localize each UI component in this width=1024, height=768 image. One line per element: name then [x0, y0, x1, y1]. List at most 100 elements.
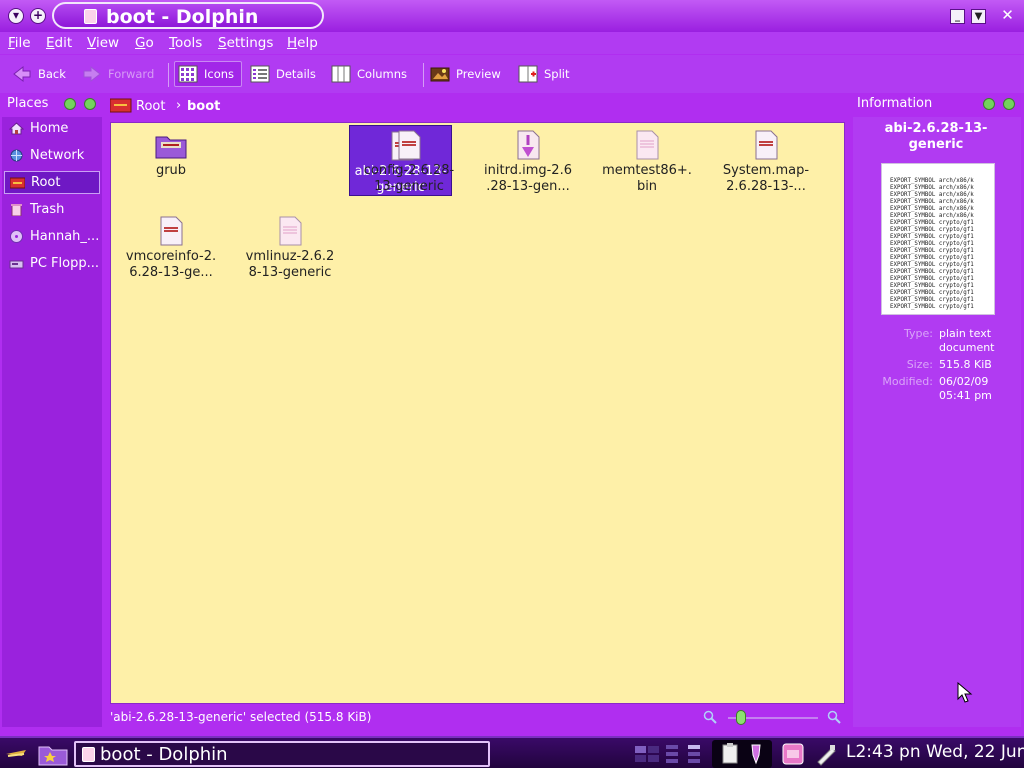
minimize-icon[interactable]: _	[950, 9, 965, 24]
menu-tools[interactable]: Tools	[169, 35, 202, 51]
type-value: plain text document	[939, 327, 995, 354]
preview-line: EXPORT_SYMBOL crypto/gf1	[890, 255, 974, 261]
notes-icon[interactable]	[780, 742, 806, 766]
undock-icon[interactable]	[983, 98, 995, 110]
preview-line: EXPORT_SYMBOL arch/x86/k	[890, 185, 974, 191]
file-name: config-2.6.28- 13-generic	[363, 163, 455, 194]
clock[interactable]: L2:43 pn	[846, 742, 921, 762]
preview-line: EXPORT_SYMBOL crypto/gf1	[890, 304, 974, 310]
back-button[interactable]: Back	[12, 61, 66, 87]
breadcrumb-root[interactable]: Root	[136, 99, 165, 114]
text-file-icon	[398, 130, 421, 160]
menu-file[interactable]: File	[8, 35, 31, 51]
preview-line: EXPORT_SYMBOL arch/x86/k	[890, 213, 974, 219]
breadcrumb-separator-icon: ›	[176, 98, 182, 113]
back-label: Back	[38, 67, 66, 81]
split-button[interactable]: Split	[518, 61, 570, 87]
file-item[interactable]: vmlinuz-2.6.2 8-13-generic	[230, 211, 350, 283]
title-bar: ▾ + boot - Dolphin _ ▼ ✕	[0, 0, 1024, 32]
menu-bar: File Edit View Go Tools Settings Help	[0, 32, 1024, 54]
menu-help[interactable]: Help	[287, 35, 318, 51]
binary-file-icon	[279, 216, 302, 246]
information-title: Information	[857, 96, 933, 111]
taskbar-window-button[interactable]: boot - Dolphin	[74, 741, 490, 767]
place-root-label: Root	[31, 175, 61, 190]
date[interactable]: Wed, 22 Jun	[926, 742, 1024, 762]
file-item[interactable]: vmcoreinfo-2. 6.28-13-ge...	[111, 211, 231, 283]
menu-settings[interactable]: Settings	[218, 35, 273, 51]
desktop-grid-icon[interactable]	[664, 742, 706, 766]
document-icon	[82, 747, 95, 762]
zoom-out-icon[interactable]	[703, 710, 717, 724]
kde-menu-icon[interactable]	[4, 742, 28, 766]
floppy-icon	[9, 260, 24, 269]
file-name: vmcoreinfo-2. 6.28-13-ge...	[125, 249, 217, 280]
device-icon[interactable]	[814, 742, 838, 766]
menu-edit[interactable]: Edit	[46, 35, 72, 51]
forward-button[interactable]: Forward	[82, 61, 154, 87]
pen-tool-icon[interactable]	[744, 742, 768, 766]
document-icon	[84, 9, 97, 24]
file-item[interactable]: config-2.6.28- 13-generic	[349, 125, 469, 197]
window-menu-icon[interactable]: ▾	[8, 8, 24, 24]
preview-icon	[430, 67, 450, 82]
file-view[interactable]: grub abi-2.6.28-13- generic config-2.6.28…	[110, 122, 845, 704]
columns-view-label: Columns	[357, 67, 408, 81]
file-item[interactable]: initrd.img-2.6.28-13-gen...	[468, 125, 588, 197]
preview-line: EXPORT_SYMBOL crypto/gf1	[890, 220, 974, 226]
information-panel: Information abi-2.6.28-13- generic EXPORT…	[851, 94, 1024, 730]
status-text: 'abi-2.6.28-13-generic' selected (515.8 …	[110, 710, 372, 724]
zoom-in-icon[interactable]	[827, 710, 841, 724]
file-item[interactable]: grub	[111, 125, 231, 197]
file-item[interactable]: memtest86+. bin	[587, 125, 707, 197]
forward-arrow-icon	[83, 65, 101, 83]
preview-line: EXPORT_SYMBOL arch/x86/k	[890, 178, 974, 184]
window-title: boot - Dolphin	[106, 6, 259, 28]
preview-line: EXPORT_SYMBOL crypto/gf1	[890, 269, 974, 275]
places-list: Home Network Root Trash Hannah_... PC Fl…	[2, 117, 102, 727]
folder-launcher-icon[interactable]	[38, 742, 68, 766]
info-filename: abi-2.6.28-13- generic	[884, 121, 988, 152]
details-view-button[interactable]: Details	[250, 61, 316, 87]
zoom-slider-handle[interactable]	[736, 710, 746, 725]
place-network[interactable]: Network	[4, 144, 100, 167]
taskbar: boot - Dolphin L2:43 pn Wed, 22 Jun	[0, 736, 1024, 768]
home-icon	[9, 122, 24, 135]
type-label: Type:	[904, 327, 933, 340]
preview-line: EXPORT_SYMBOL arch/x86/k	[890, 206, 974, 212]
close-panel-icon[interactable]	[84, 98, 96, 110]
icons-view-button[interactable]: Icons	[174, 61, 242, 87]
place-trash[interactable]: Trash	[4, 198, 100, 221]
window-title-pill: boot - Dolphin	[52, 2, 324, 29]
mouse-pointer-icon	[957, 682, 973, 703]
pin-icon[interactable]: +	[30, 8, 46, 24]
place-floppy[interactable]: PC Flopp...	[4, 252, 100, 275]
close-panel-icon[interactable]	[1003, 98, 1015, 110]
place-home[interactable]: Home	[4, 117, 100, 140]
clipboard-icon[interactable]	[718, 742, 742, 766]
close-icon[interactable]: ✕	[1000, 8, 1015, 24]
preview-button[interactable]: Preview	[430, 61, 501, 87]
columns-view-button[interactable]: Columns	[331, 61, 407, 87]
pager-icon[interactable]	[634, 742, 660, 766]
task-tray-group	[712, 740, 772, 768]
place-root[interactable]: Root	[4, 171, 100, 194]
places-title: Places	[7, 96, 49, 111]
menu-go[interactable]: Go	[135, 35, 154, 51]
split-label: Split	[544, 67, 570, 81]
breadcrumb-current[interactable]: boot	[187, 99, 220, 114]
taskbar-window-title: boot - Dolphin	[100, 744, 228, 765]
file-name: vmlinuz-2.6.2 8-13-generic	[245, 249, 335, 280]
place-disc[interactable]: Hannah_...	[4, 225, 100, 248]
size-label: Size:	[906, 358, 933, 371]
undock-icon[interactable]	[64, 98, 76, 110]
folder-icon	[155, 136, 187, 159]
file-item[interactable]: System.map- 2.6.28-13-...	[706, 125, 826, 197]
toolbar: Back Forward Icons Details Columns Previ…	[0, 55, 1024, 93]
place-disc-label: Hannah_...	[30, 229, 100, 244]
archive-file-icon	[517, 130, 540, 160]
file-name: memtest86+. bin	[602, 163, 692, 194]
maximize-icon[interactable]: ▼	[971, 9, 986, 24]
menu-view[interactable]: View	[87, 35, 119, 51]
preview-line: EXPORT_SYMBOL crypto/gf1	[890, 262, 974, 268]
